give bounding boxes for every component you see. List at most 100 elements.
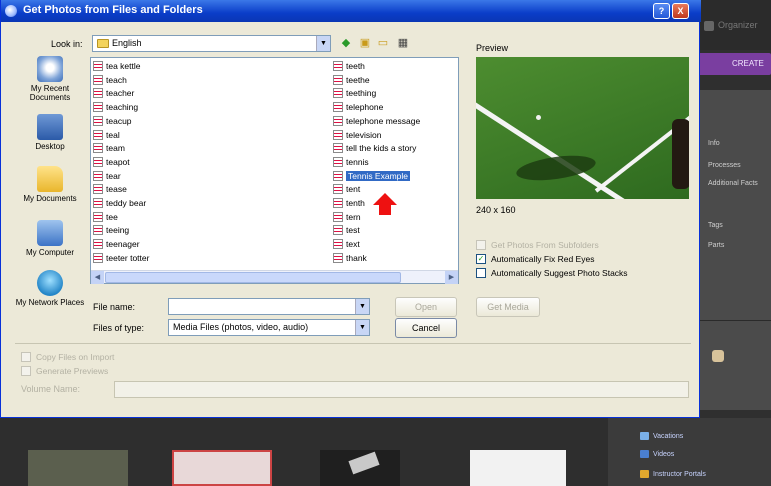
file-item[interactable]: team (91, 142, 125, 154)
file-icon (333, 184, 343, 195)
volume-name-field[interactable] (114, 381, 689, 398)
open-button[interactable]: Open (395, 297, 457, 317)
file-name: telephone (346, 102, 384, 113)
file-name-input[interactable]: ▼ (168, 298, 370, 315)
file-item[interactable]: teething (331, 87, 376, 99)
file-icon (93, 239, 103, 250)
tree-item[interactable]: Videos (640, 450, 674, 458)
file-item[interactable]: telephone (331, 101, 383, 113)
file-item[interactable]: teddy bear (91, 197, 146, 209)
scrollbar-thumb[interactable] (105, 272, 401, 283)
panel-item[interactable]: Parts (708, 242, 724, 249)
file-icon (93, 102, 103, 113)
file-item[interactable]: teal (91, 129, 120, 141)
file-item[interactable]: teeter totter (91, 252, 149, 264)
dialog-title: Get Photos from Files and Folders (23, 4, 203, 16)
file-icon (93, 88, 103, 99)
file-name-label: File name: (93, 302, 136, 312)
scroll-left-icon[interactable]: ◀ (91, 271, 104, 284)
file-item[interactable]: tee (91, 211, 118, 223)
subfolders-checkbox[interactable]: Get Photos From Subfolders (476, 240, 599, 250)
file-item[interactable]: teach (91, 74, 127, 86)
panel-item[interactable]: Processes (708, 162, 741, 169)
horizontal-scrollbar[interactable]: ◀ ▶ (91, 270, 458, 284)
file-item[interactable]: tern (331, 211, 361, 223)
place-label: My Network Places (15, 298, 85, 307)
file-item[interactable]: tea kettle (91, 60, 141, 72)
file-item[interactable]: tease (91, 183, 127, 195)
file-item[interactable]: teeing (91, 224, 129, 236)
file-item[interactable]: teenager (91, 238, 140, 250)
file-item[interactable]: teapot (91, 156, 130, 168)
preview-image (476, 57, 689, 199)
file-icon (93, 225, 103, 236)
file-name: teenager (106, 239, 140, 250)
file-list[interactable]: tea kettle teach teacher teaching teacup teal… (90, 57, 459, 284)
file-item[interactable]: tell the kids a story (331, 142, 416, 154)
file-item[interactable]: test (331, 224, 360, 236)
file-item[interactable]: teacher (91, 87, 134, 99)
place-my-computer[interactable]: My Computer (15, 220, 85, 257)
file-item[interactable]: tennis (331, 156, 369, 168)
scroll-right-icon[interactable]: ▶ (445, 271, 458, 284)
file-name: team (106, 143, 125, 154)
up-folder-icon[interactable]: ▣ (357, 36, 373, 50)
file-item[interactable]: teacup (91, 115, 132, 127)
thumbnail[interactable] (172, 450, 272, 486)
file-item[interactable]: telephone message (331, 115, 420, 127)
suggest-stacks-checkbox[interactable]: Automatically Suggest Photo Stacks (476, 268, 628, 278)
look-in-combo[interactable]: English ▼ (92, 35, 331, 52)
file-icon (93, 156, 103, 167)
file-item[interactable]: tear (91, 170, 121, 182)
file-item[interactable]: text (331, 238, 360, 250)
place-my-documents[interactable]: My Documents (15, 166, 85, 203)
view-menu-icon[interactable]: ▦ (395, 36, 411, 50)
file-item[interactable]: Tennis Example (331, 170, 411, 182)
place-desktop[interactable]: Desktop (15, 114, 85, 151)
panel-item[interactable]: Additional Facts (708, 180, 758, 187)
file-icon (93, 170, 103, 181)
volume-name-label: Volume Name: (21, 384, 81, 394)
chevron-down-icon[interactable]: ▼ (355, 320, 369, 335)
fix-red-eyes-checkbox[interactable]: ✓ Automatically Fix Red Eyes (476, 254, 594, 264)
files-of-type-value: Media Files (photos, video, audio) (173, 322, 309, 332)
file-item[interactable]: teaching (91, 101, 138, 113)
file-name: Tennis Example (346, 170, 411, 181)
get-media-button[interactable]: Get Media (476, 297, 540, 317)
checkbox-label: Automatically Suggest Photo Stacks (491, 268, 628, 278)
tree-item[interactable]: Instructor Portals (640, 470, 706, 478)
file-icon (93, 129, 103, 140)
copy-files-checkbox[interactable]: Copy Files on Import (21, 352, 114, 362)
file-item[interactable]: tent (331, 183, 360, 195)
files-of-type-label: Files of type: (93, 323, 145, 333)
chevron-down-icon[interactable]: ▼ (316, 36, 330, 51)
panel-item[interactable]: Tags (708, 222, 723, 229)
new-folder-icon[interactable]: ▭ (375, 36, 391, 50)
files-of-type-select[interactable]: Media Files (photos, video, audio) ▼ (168, 319, 370, 336)
close-button[interactable]: X (672, 3, 689, 19)
checkbox-box (476, 240, 486, 250)
thumbnail[interactable] (470, 450, 566, 486)
file-item[interactable]: teethe (331, 74, 370, 86)
app-brand[interactable]: Organizer (704, 20, 758, 31)
tree-item[interactable]: Vacations (640, 432, 683, 440)
panel-item[interactable]: Info (708, 140, 720, 147)
help-button[interactable]: ? (653, 3, 670, 19)
file-item[interactable]: teeth (331, 60, 365, 72)
chevron-down-icon[interactable]: ▼ (355, 299, 369, 314)
preview-size: 240 x 160 (476, 205, 516, 215)
file-item[interactable]: thank (331, 252, 367, 264)
thumbnail[interactable] (28, 450, 128, 486)
place-network[interactable]: My Network Places (15, 270, 85, 307)
file-name: teddy bear (106, 198, 147, 208)
file-item[interactable]: tenth (331, 197, 365, 209)
generate-previews-checkbox[interactable]: Generate Previews (21, 366, 108, 376)
file-item[interactable]: television (331, 129, 381, 141)
file-icon (93, 115, 103, 126)
place-recent[interactable]: My Recent Documents (15, 56, 85, 102)
thumbnail[interactable] (320, 450, 400, 486)
dialog-titlebar[interactable]: Get Photos from Files and Folders ? X (1, 0, 701, 22)
create-tab[interactable]: CREATE (698, 53, 771, 75)
back-icon[interactable]: ◆ (338, 36, 354, 50)
cancel-button[interactable]: Cancel (395, 318, 457, 338)
